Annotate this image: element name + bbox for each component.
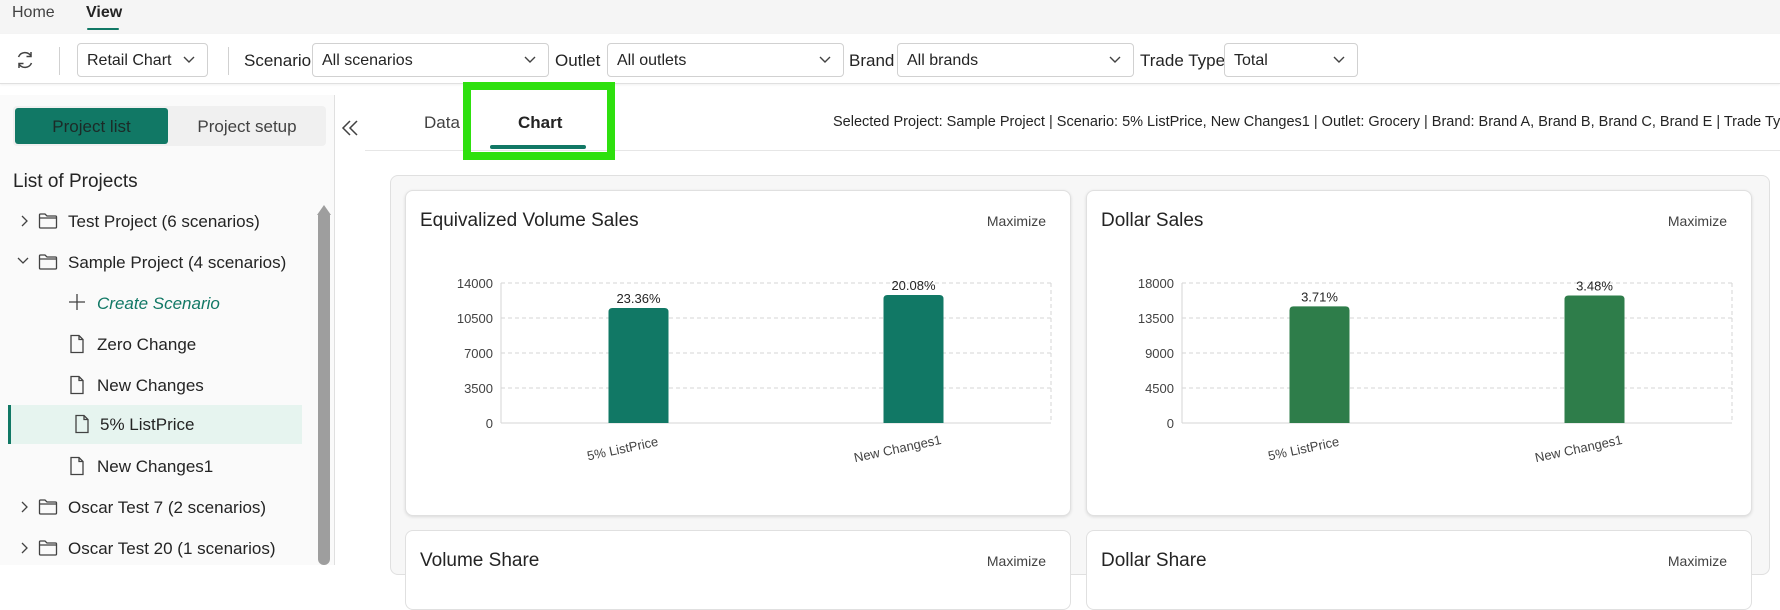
document-icon	[75, 414, 89, 434]
tree-scenario-new-changes[interactable]: New Changes	[8, 366, 302, 404]
volume-sales-chart: 0 3500 7000 10500 14000 23.36% 5% ListPrice 20.…	[457, 276, 1052, 465]
tree-item-label: Oscar Test 7 (2 scenarios)	[68, 498, 267, 517]
tree-item-label: Test Project (6 scenarios)	[68, 212, 260, 231]
y-tick-label: 18000	[1138, 276, 1174, 291]
chart-card-dollar-sales: Dollar Sales Maximize 0 4500 9000 13500 1800…	[1086, 190, 1752, 516]
collapse-panel-icon[interactable]	[340, 116, 360, 140]
chart-title: Dollar Share	[1101, 550, 1207, 571]
data-label: 20.08%	[891, 278, 936, 293]
y-tick-label: 7000	[464, 346, 493, 361]
tree-project-oscar-test-20[interactable]: Oscar Test 20 (1 scenarios)	[8, 529, 302, 567]
folder-icon	[38, 213, 58, 229]
bar	[608, 308, 669, 423]
view-select[interactable]: Retail Chart	[77, 43, 208, 77]
tree-scenario-5-listprice[interactable]: 5% ListPrice	[8, 405, 302, 444]
scrollbar-thumb[interactable]	[318, 210, 330, 565]
x-tick-label: New Changes1	[1534, 432, 1624, 465]
folder-icon	[38, 499, 58, 515]
y-tick-label: 0	[1167, 416, 1174, 431]
x-tick-label: 5% ListPrice	[586, 434, 660, 464]
tab-data[interactable]: Data	[424, 113, 460, 133]
y-tick-label: 13500	[1138, 311, 1174, 326]
chart-card-volume-share: Volume Share Maximize	[405, 530, 1071, 610]
outlet-select-value: All outlets	[617, 52, 687, 69]
toolbar-separator	[228, 47, 229, 75]
tree-item-label: 5% ListPrice	[100, 415, 195, 434]
chevron-down-icon	[1333, 56, 1345, 63]
brand-select-value: All brands	[907, 52, 979, 69]
tree-item-label: Oscar Test 20 (1 scenarios)	[68, 539, 276, 558]
outlet-label: Outlet	[555, 51, 601, 70]
y-tick-label: 14000	[457, 276, 493, 291]
scenario-label: Scenario	[244, 51, 312, 70]
chevron-right-icon[interactable]	[18, 541, 30, 555]
tree-project-test-project[interactable]: Test Project (6 scenarios)	[8, 202, 302, 240]
trade-type-select-value: Total	[1234, 52, 1268, 69]
bar	[883, 295, 944, 423]
outlet-select[interactable]: All outlets	[607, 43, 844, 77]
x-tick-label: 5% ListPrice	[1267, 434, 1341, 464]
project-list-button[interactable]: Project list	[15, 108, 168, 144]
tree-scenario-new-changes1[interactable]: New Changes1	[8, 447, 302, 485]
chevron-right-icon[interactable]	[18, 214, 30, 228]
scenario-select-value: All scenarios	[322, 52, 413, 69]
menu-bar	[0, 0, 1780, 34]
maximize-button[interactable]: Maximize	[1668, 553, 1727, 569]
project-setup-button[interactable]: Project setup	[170, 108, 324, 144]
chevron-down-icon	[524, 56, 536, 63]
chart-card-dollar-share: Dollar Share Maximize	[1086, 530, 1752, 610]
bar	[1289, 306, 1350, 423]
y-tick-label: 0	[486, 416, 493, 431]
y-tick-label: 9000	[1145, 346, 1174, 361]
chart-title: Volume Share	[420, 550, 540, 571]
dollar-sales-chart: 0 4500 9000 13500 18000 3.71% 5% ListPrice 3.48…	[1138, 276, 1733, 465]
chevron-down-icon	[819, 56, 831, 63]
document-icon	[70, 375, 84, 395]
selection-info: Selected Project: Sample Project | Scena…	[833, 114, 1780, 130]
create-scenario-link[interactable]: Create Scenario	[8, 284, 302, 322]
document-icon	[70, 334, 84, 354]
tree-project-sample-project[interactable]: Sample Project (4 scenarios)	[8, 243, 302, 281]
chevron-down-icon	[183, 56, 195, 63]
folder-icon	[38, 540, 58, 556]
tree-item-label: Sample Project (4 scenarios)	[68, 253, 287, 272]
data-label: 23.36%	[616, 291, 661, 306]
maximize-button[interactable]: Maximize	[987, 553, 1046, 569]
trade-type-label: Trade Type	[1140, 51, 1226, 70]
toolbar-separator	[59, 47, 60, 75]
data-label: 3.48%	[1576, 278, 1613, 293]
scenario-select[interactable]: All scenarios	[312, 43, 549, 77]
y-tick-label: 10500	[457, 311, 493, 326]
trade-type-select[interactable]: Total	[1224, 43, 1358, 77]
create-scenario-label: Create Scenario	[97, 294, 220, 313]
menu-home[interactable]: Home	[12, 4, 55, 22]
folder-icon	[38, 254, 58, 270]
tree-item-label: New Changes1	[97, 457, 214, 476]
tree-item-label: Zero Change	[97, 335, 197, 354]
tree-item-label: New Changes	[97, 376, 204, 395]
chart-card-volume-sales: Equivalized Volume Sales Maximize 0 3500 7…	[405, 190, 1071, 516]
y-tick-label: 4500	[1145, 381, 1174, 396]
x-tick-label: New Changes1	[853, 432, 943, 465]
bar	[1564, 295, 1625, 423]
tree-scenario-zero-change[interactable]: Zero Change	[8, 325, 302, 363]
chevron-down-icon[interactable]	[16, 255, 30, 267]
view-select-value: Retail Chart	[87, 52, 172, 69]
menu-view[interactable]: View	[86, 4, 122, 22]
chevron-down-icon	[1109, 56, 1121, 63]
menu-view-underline	[87, 28, 119, 30]
refresh-icon[interactable]	[14, 49, 36, 71]
data-label: 3.71%	[1301, 289, 1338, 304]
brand-select[interactable]: All brands	[897, 43, 1134, 77]
chevron-right-icon[interactable]	[18, 500, 30, 514]
y-tick-label: 3500	[464, 381, 493, 396]
document-icon	[70, 456, 84, 476]
plus-icon	[69, 294, 85, 310]
highlight-box	[463, 82, 615, 160]
brand-label: Brand	[849, 51, 895, 70]
tree-project-oscar-test-7[interactable]: Oscar Test 7 (2 scenarios)	[8, 488, 302, 526]
project-list-title: List of Projects	[13, 171, 138, 192]
